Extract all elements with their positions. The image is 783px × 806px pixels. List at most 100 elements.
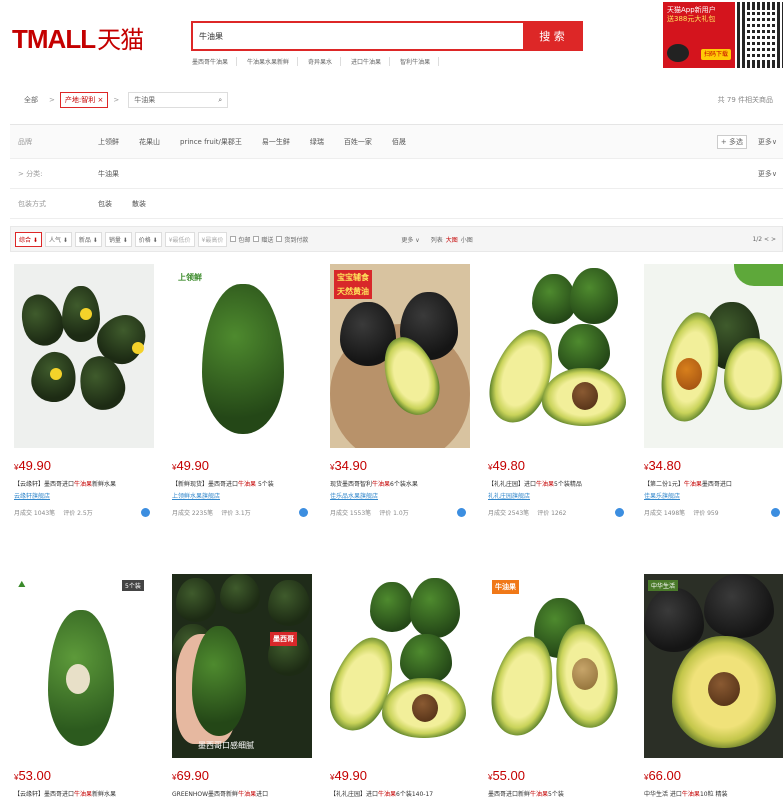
checkbox-icon: [230, 236, 237, 242]
category-filter-tag[interactable]: 产地:智利 ×: [59, 92, 109, 108]
promo-download: 扫码下载: [700, 49, 731, 60]
hot-word[interactable]: 进口牛油果: [351, 57, 391, 66]
product-stats: 月成交 1498笔 评价 959: [644, 508, 783, 517]
brand-option[interactable]: 上领鲜: [98, 137, 119, 147]
hot-word[interactable]: 墨西哥牛油果: [192, 57, 238, 66]
product-title[interactable]: 【第二份1元】牛油果墨西哥进口: [644, 479, 783, 488]
cod-checkbox[interactable]: 货到付款: [276, 235, 308, 244]
free-shipping-checkbox[interactable]: 包邮: [230, 235, 250, 244]
pagination-mini[interactable]: 1/2 < >: [752, 236, 776, 243]
chat-icon[interactable]: [771, 508, 780, 517]
shop-link[interactable]: 佳乐品水果旗舰店: [330, 491, 470, 500]
product-image[interactable]: 宝宝辅食 天然黄油: [330, 264, 470, 448]
product-price: ¥66.00: [644, 768, 681, 783]
product-price: ¥49.90: [14, 458, 51, 473]
shop-link[interactable]: 佳果乐旗舰店: [644, 491, 783, 500]
sort-new[interactable]: 新品 ⬇: [74, 231, 102, 247]
brand-option[interactable]: 佰晟: [392, 137, 406, 147]
brand-option[interactable]: prince fruit/果郡王: [180, 137, 242, 147]
product-card[interactable]: 上领鲜 ¥49.90 【新鲜现货】墨西哥进口牛油果 5个装 上领鲜水果旗舰店 月…: [172, 264, 312, 517]
sort-sales[interactable]: 销量 ⬇: [104, 231, 132, 247]
chevron-right-icon: >: [49, 96, 55, 104]
pack-option[interactable]: 包装: [98, 199, 112, 209]
brand-option[interactable]: 百姓一家: [344, 137, 372, 147]
category-option[interactable]: 牛油果: [98, 169, 119, 179]
shop-link[interactable]: 礼礼庄园旗舰店: [488, 491, 628, 500]
breadcrumb-all[interactable]: 全部: [24, 95, 38, 105]
image-badge: 宝宝辅食: [334, 270, 372, 285]
image-caption: 墨西哥口感细腻: [198, 741, 254, 750]
product-title[interactable]: 【礼礼庄园】进口牛油果6个装140-17: [330, 789, 470, 798]
chat-icon[interactable]: [457, 508, 466, 517]
product-image[interactable]: [488, 264, 628, 448]
product-title[interactable]: 中华生活 进口牛油果10粒 精装: [644, 789, 783, 798]
view-small[interactable]: 小图: [461, 235, 473, 244]
brand-option[interactable]: 绿瑞: [310, 137, 324, 147]
product-card[interactable]: 牛油果 ¥55.00 墨西哥进口新鲜牛油果5个装: [488, 574, 628, 798]
product-title[interactable]: 墨西哥进口新鲜牛油果5个装: [488, 789, 628, 798]
more-button[interactable]: 更多∨: [758, 137, 777, 147]
view-list[interactable]: 列表: [431, 235, 443, 244]
product-image[interactable]: ⛰ 5个装: [14, 574, 154, 758]
tmall-logo[interactable]: TMALL天猫: [12, 20, 144, 55]
gift-checkbox[interactable]: 赠送: [253, 235, 273, 244]
search-input[interactable]: [193, 23, 523, 49]
sort-default[interactable]: 综合 ⬇: [15, 231, 42, 247]
multi-select-button[interactable]: + 多选: [716, 134, 747, 149]
view-large[interactable]: 大图: [446, 235, 458, 244]
sort-popularity[interactable]: 人气 ⬇: [44, 231, 72, 247]
product-title[interactable]: 【礼礼庄园】进口牛油果5个装精品: [488, 479, 628, 488]
chat-icon[interactable]: [299, 508, 308, 517]
min-price-input[interactable]: ¥最低价: [164, 231, 195, 247]
product-image[interactable]: 墨西哥 墨西哥口感细腻: [172, 574, 312, 758]
product-price: ¥69.90: [172, 768, 209, 783]
image-badge: 中华生活: [648, 580, 679, 591]
chat-icon[interactable]: [141, 508, 150, 517]
product-image[interactable]: [644, 264, 783, 448]
hot-word[interactable]: 牛油果水果新鲜: [247, 57, 299, 66]
product-card[interactable]: 中华生活 ¥66.00 中华生活 进口牛油果10粒 精装: [644, 574, 783, 798]
shop-link[interactable]: 上领鲜水果旗舰店: [172, 491, 312, 500]
product-card[interactable]: 宝宝辅食 天然黄油 ¥34.90 现货墨西哥智利牛油果6个装水果 佳乐品水果旗舰…: [330, 264, 470, 517]
product-card[interactable]: ¥49.90 【云缘轩】墨西哥进口牛油果新鲜水果 云缘轩旗舰店 月成交 1043…: [14, 264, 154, 517]
brand-option[interactable]: 花果山: [139, 137, 160, 147]
checkbox-label: 赠送: [261, 236, 274, 244]
product-card[interactable]: ¥34.80 【第二份1元】牛油果墨西哥进口 佳果乐旗舰店 月成交 1498笔评…: [644, 264, 783, 517]
product-title[interactable]: 【云缘轩】墨西哥进口牛油果新鲜水果: [14, 789, 154, 798]
brand-option[interactable]: 易一生鲜: [262, 137, 290, 147]
product-image[interactable]: 上领鲜: [172, 264, 312, 448]
hot-word[interactable]: 智利牛油果: [400, 57, 440, 66]
product-card[interactable]: ¥49.80 【礼礼庄园】进口牛油果5个装精品 礼礼庄园旗舰店 月成交 2543…: [488, 264, 628, 517]
product-title[interactable]: 【云缘轩】墨西哥进口牛油果新鲜水果: [14, 479, 154, 488]
image-badge: 墨西哥: [270, 632, 297, 646]
product-stats: 月成交 2543笔 评价 1262: [488, 508, 628, 517]
product-title[interactable]: 现货墨西哥智利牛油果6个装水果: [330, 479, 470, 488]
more-button[interactable]: 更多∨: [758, 169, 777, 179]
product-image[interactable]: [14, 264, 154, 448]
sort-more[interactable]: 更多 ∨: [401, 235, 419, 244]
hot-word[interactable]: 奇异果水: [308, 57, 342, 66]
search-button[interactable]: 搜 索: [523, 23, 581, 49]
search-icon: ⌕: [218, 95, 223, 104]
product-title[interactable]: GREENHOW墨西哥新鲜牛油果进口: [172, 789, 312, 798]
product-price: ¥34.90: [330, 458, 367, 473]
product-image[interactable]: [330, 574, 470, 758]
max-price-input[interactable]: ¥最高价: [197, 231, 228, 247]
shop-link[interactable]: 云缘轩旗舰店: [14, 491, 154, 500]
pack-option[interactable]: 散装: [132, 199, 146, 209]
product-image[interactable]: 中华生活: [644, 574, 783, 758]
app-promo-banner[interactable]: 天猫App新用户 送388元大礼包 扫码下载: [663, 2, 735, 68]
product-price: ¥49.80: [488, 458, 525, 473]
product-title[interactable]: 【新鲜现货】墨西哥进口牛油果 5个装: [172, 479, 312, 488]
chat-icon[interactable]: [615, 508, 624, 517]
product-card[interactable]: ⛰ 5个装 ¥53.00 【云缘轩】墨西哥进口牛油果新鲜水果: [14, 574, 154, 798]
product-card[interactable]: ¥49.90 【礼礼庄园】进口牛油果6个装140-17: [330, 574, 470, 798]
weight-badge: 5个装: [122, 580, 144, 591]
product-image[interactable]: 牛油果: [488, 574, 628, 758]
sort-price[interactable]: 价格 ⬇: [134, 231, 162, 247]
product-stats: 月成交 1043笔 评价 2.5万: [14, 508, 154, 517]
product-card[interactable]: 墨西哥 墨西哥口感细腻 ¥69.90 GREENHOW墨西哥新鲜牛油果进口: [172, 574, 312, 798]
breadcrumb-query[interactable]: 牛油果 ⌕: [128, 92, 229, 108]
brand-filter-row: 品牌 上领鲜 花果山 prince fruit/果郡王 易一生鲜 绿瑞 百姓一家…: [10, 125, 783, 159]
filter-label: > 分类:: [18, 169, 43, 178]
